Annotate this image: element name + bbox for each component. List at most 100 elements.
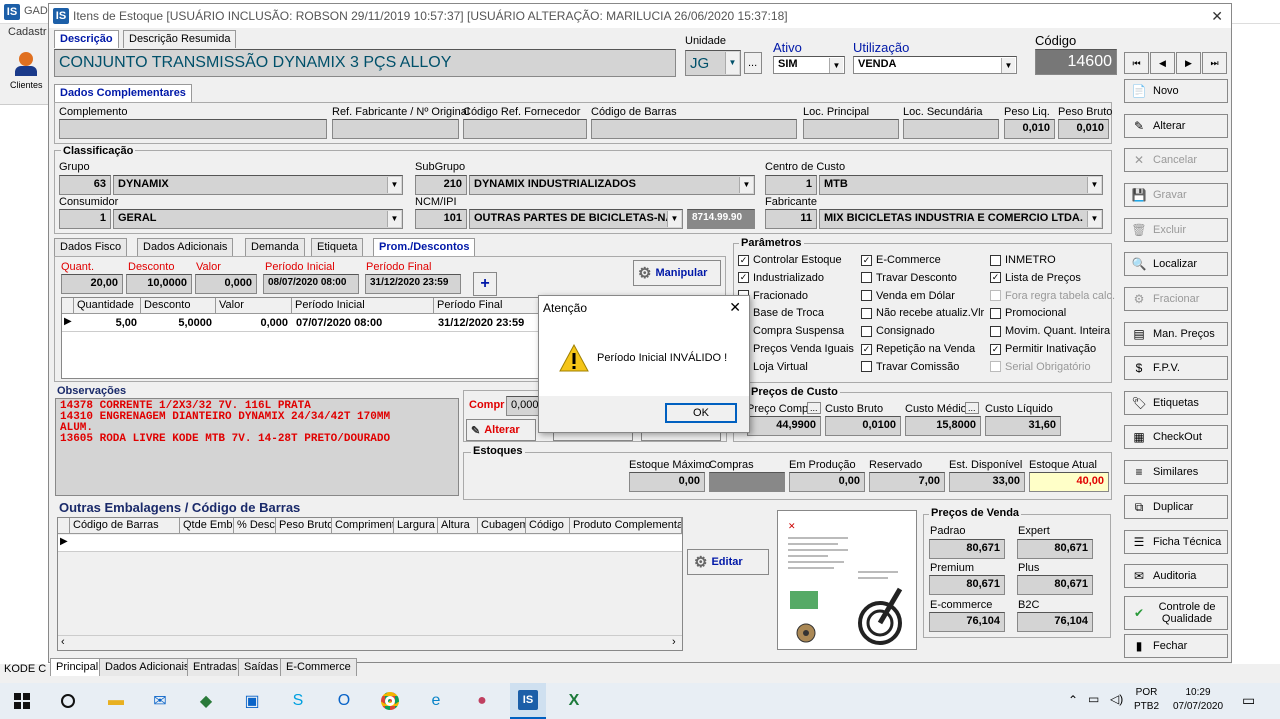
peso-liq-field[interactable]: 0,010 [1004,119,1055,139]
search-icon[interactable] [54,687,82,715]
codigo-field[interactable]: 14600 [1035,49,1117,75]
col-periodo-inicial[interactable]: Período Inicial [292,298,434,314]
param-permitir-inativacao[interactable]: ✓ Permitir Inativação [990,343,1096,355]
col-altura[interactable]: Altura [438,518,478,534]
param-fora-regra-tabela-calc[interactable]: Fora regra tabela calc. [990,290,1115,302]
param-base-de-troca[interactable]: Base de Troca [738,307,824,319]
param-movim-quant-inteira[interactable]: Movim. Quant. Inteira [990,325,1110,337]
outlook-icon[interactable]: O [330,687,358,715]
tab-descricao[interactable]: Descrição [54,30,119,48]
paint-icon[interactable]: ● [468,687,496,715]
utilizacao-select[interactable]: VENDA ▼ [853,56,1017,74]
tab-descricao-resumida[interactable]: Descrição Resumida [123,30,237,48]
grupo-code[interactable]: 63 [59,175,111,195]
checkbox[interactable] [861,361,872,373]
unidade-select[interactable]: JG ▼ [685,50,741,76]
ncm-code[interactable]: 101 [415,209,467,229]
scroll-right-icon[interactable]: › [672,636,676,648]
checkbox[interactable]: ✓ [738,254,749,266]
auditoria-button[interactable]: ✉ Auditoria [1124,564,1228,588]
grupo-select[interactable]: DYNAMIX ▼ [113,175,403,195]
tab-prom-descontos[interactable]: Prom./Descontos [373,238,476,256]
subgrupo-select[interactable]: DYNAMIX INDUSTRIALIZADOS ▼ [469,175,755,195]
ok-button[interactable]: OK [665,403,737,423]
store-icon[interactable]: ▣ [238,687,266,715]
bottom-tab-dados-adicionais[interactable]: Dados Adicionais [99,658,196,676]
tab-demanda[interactable]: Demanda [245,238,305,256]
peso-bruto-field[interactable]: 0,010 [1058,119,1109,139]
bottom-tab-ecommerce[interactable]: E-Commerce [280,658,357,676]
b2c-field[interactable]: 76,104 [1017,612,1093,632]
param-e-commerce[interactable]: ✓ E-Commerce [861,254,941,266]
subgrupo-code[interactable]: 210 [415,175,467,195]
tab-etiqueta[interactable]: Etiqueta [311,238,364,256]
custo-bruto-field[interactable]: 0,0100 [825,416,901,436]
nav-prev-button[interactable]: ◀ [1150,52,1175,74]
premium-field[interactable]: 80,671 [929,575,1005,595]
param-repeticao-na-venda[interactable]: ✓ Repetição na Venda [861,343,975,355]
file-explorer-icon[interactable]: ▬ [102,687,130,715]
fabricante-select[interactable]: MIX BICICLETAS INDUSTRIA E COMERCIO LTDA… [819,209,1103,229]
unidade-ellipsis-button[interactable]: ... [744,52,762,74]
mail-icon[interactable]: ✉ [146,687,174,715]
is-app-icon[interactable]: IS [510,683,546,719]
close-icon[interactable]: ✕ [729,299,741,316]
col-desconto[interactable]: Desconto [141,298,216,314]
expert-field[interactable]: 80,671 [1017,539,1093,559]
col-codigo-barras[interactable]: Código de Barras [70,518,180,534]
bottom-tab-saidas[interactable]: Saídas [238,658,285,676]
padrao-field[interactable]: 80,671 [929,539,1005,559]
codigo-barras-field[interactable] [591,119,797,139]
fracionar-button[interactable]: ⚙ Fracionar [1124,287,1228,311]
alterar-button[interactable]: ✎ Alterar [1124,114,1228,138]
param-consignado[interactable]: Consignado [861,325,935,337]
periodo-inicial-field[interactable]: 08/07/2020 08:00 [263,274,359,294]
localizar-button[interactable]: 🔍 Localizar [1124,252,1228,276]
alterar-compr-button[interactable]: ✎ Alterar [466,419,536,441]
periodo-final-field[interactable]: 31/12/2020 23:59 [365,274,461,294]
cancelar-button[interactable]: ✕ Cancelar [1124,148,1228,172]
param-controlar-estoque[interactable]: ✓ Controlar Estoque [738,254,842,266]
custo-medio-ellipsis[interactable]: ... [965,402,979,414]
table-row[interactable]: ▶ [58,535,682,552]
checkbox[interactable]: ✓ [861,343,872,355]
col-codigo[interactable]: Código [526,518,570,534]
param-nao-recebe-atualiz-vlr[interactable]: Não recebe atualiz.Vlr [861,307,984,319]
param-inmetro[interactable]: INMETRO [990,254,1056,266]
checkbox[interactable]: ✓ [738,272,749,284]
excluir-button[interactable]: 🗑 Excluir [1124,218,1228,242]
horizontal-scrollbar[interactable]: ‹ › [58,635,682,650]
chrome-icon[interactable] [376,687,404,715]
checkbox[interactable] [861,325,872,337]
edge-icon[interactable]: e [422,687,450,715]
novo-button[interactable]: 📄 Novo [1124,79,1228,103]
checkbox[interactable] [861,290,872,302]
ncm-select[interactable]: OUTRAS PARTES DE BICICLETAS-NACIO ▼ [469,209,683,229]
consumidor-select[interactable]: GERAL ▼ [113,209,403,229]
observacoes-field[interactable]: 14378 CORRENTE 1/2X3/32 7V. 116L PRATA 1… [55,398,459,496]
ativo-select[interactable]: SIM ▼ [773,56,845,74]
nav-first-button[interactable]: ⏮ [1124,52,1149,74]
col-largura[interactable]: Largura [394,518,438,534]
windows-start-icon[interactable] [8,687,36,715]
tray-chevron-icon[interactable]: ⌃ [1068,693,1078,707]
gravar-button[interactable]: 💾 Gravar [1124,183,1228,207]
col-cubagem[interactable]: Cubagem [478,518,526,534]
network-icon[interactable]: ▭ [1088,692,1099,706]
custo-medio-field[interactable]: 15,8000 [905,416,981,436]
desconto-field[interactable]: 10,0000 [126,274,192,294]
preco-compra-field[interactable]: 44,9900 [747,416,821,436]
quant-field[interactable]: 20,00 [61,274,123,294]
param-travar-comissao[interactable]: Travar Comissão [861,361,959,373]
col-produto-complementar[interactable]: Produto Complementar [570,518,682,534]
col-comprimento[interactable]: Comprimento [332,518,394,534]
checkbox[interactable]: ✓ [990,343,1001,355]
nav-last-button[interactable]: ⏭ [1202,52,1227,74]
app-shortcut-icon[interactable]: ◆ [192,687,220,715]
centro-custo-select[interactable]: MTB ▼ [819,175,1103,195]
close-icon[interactable]: ✕ [1211,8,1223,25]
skype-icon[interactable]: S [284,687,312,715]
col-desc[interactable]: % Desc. [234,518,276,534]
checkout-button[interactable]: ▦ CheckOut [1124,425,1228,449]
compras-field[interactable] [709,472,785,492]
